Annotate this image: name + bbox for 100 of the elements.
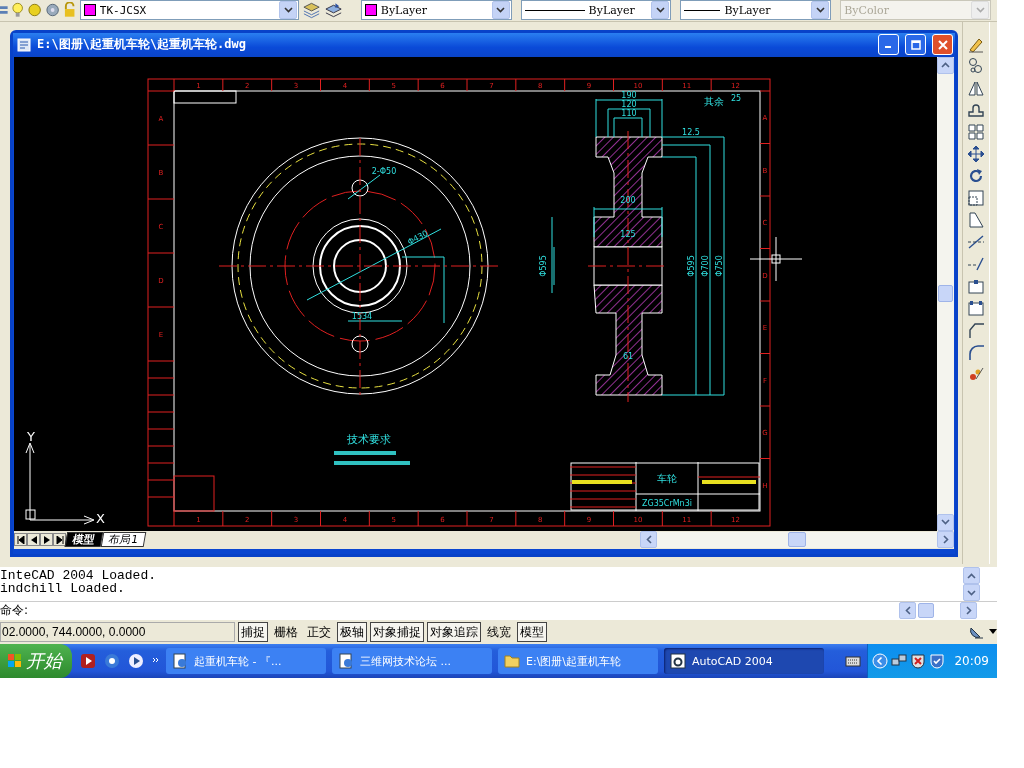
roughness-label: 12.5 [682, 127, 700, 137]
shield-warning-icon[interactable] [910, 653, 927, 669]
dimension-label: 2-Φ50 [371, 166, 397, 176]
chevron-right-icon [965, 606, 972, 616]
rotate-icon[interactable] [967, 166, 985, 185]
minimize-button[interactable] [878, 34, 899, 56]
axis-label: Y [27, 428, 35, 444]
property-dropdown[interactable]: ByLayer [680, 0, 832, 21]
move-arrows-icon[interactable] [967, 144, 985, 163]
chevron-down-icon [283, 7, 293, 14]
close-button[interactable] [932, 34, 953, 56]
clock: 20:09 [954, 654, 989, 668]
status-toggle-button[interactable]: 线宽 [484, 622, 514, 642]
window-title: E:\图册\起重机车轮\起重机车轮.dwg [37, 36, 247, 54]
caret-down-icon[interactable] [989, 629, 997, 635]
vertical-scrollbar[interactable] [937, 56, 954, 531]
close-icon [937, 39, 948, 50]
dimension-label: Φ750 [715, 255, 724, 277]
command-history-line: indchill Loaded. [0, 582, 126, 596]
taskbar-button[interactable]: AutoCAD 2004 [664, 648, 824, 674]
chevron-down-icon [967, 589, 976, 596]
last-tab-button[interactable] [53, 533, 66, 547]
chamfer-icon[interactable] [967, 320, 985, 339]
double-chevron-icon[interactable] [152, 657, 160, 665]
trim-icon[interactable] [967, 232, 985, 251]
taskbar-button[interactable]: 三维网技术论坛 ... [332, 648, 492, 674]
status-toggle-button[interactable]: 极轴 [337, 622, 367, 642]
play-icon[interactable] [128, 653, 144, 669]
status-toggle-button[interactable]: 模型 [517, 622, 547, 642]
document-icon [17, 37, 31, 52]
layout-tab[interactable]: 布局1 [100, 532, 147, 548]
stretch-icon[interactable] [967, 210, 985, 229]
property-dropdown[interactable]: ByLayer [360, 0, 512, 21]
dimension-label: 190 [621, 90, 637, 100]
media-player-icon[interactable] [80, 653, 96, 669]
dimension-label: Φ595 [687, 255, 696, 277]
status-toggle-button[interactable]: 栅格 [271, 622, 301, 642]
notes-title: 技术要求 [347, 432, 391, 446]
chevron-up-icon [967, 572, 976, 579]
chevron-down-icon [941, 519, 950, 526]
fillet-icon[interactable] [967, 342, 985, 361]
rectangle-icon[interactable] [967, 298, 985, 317]
status-toggle-button[interactable]: 正交 [304, 622, 334, 642]
maximize-icon [910, 39, 921, 50]
chevron-down-icon [496, 7, 506, 14]
material-label: ZG35CrMn3i [642, 498, 692, 508]
windows-flag-icon [8, 654, 22, 668]
ucs-axes-icon [25, 442, 95, 525]
chevron-left-icon [904, 606, 911, 616]
axis-label: X [96, 510, 105, 526]
coordinates-readout: 02.0000, 744.0000, 0.0000 [0, 622, 235, 642]
last-icon [55, 535, 64, 544]
chevron-up-icon [941, 62, 950, 69]
chevron-down-icon [815, 7, 825, 14]
previous-tab-button[interactable] [27, 533, 40, 547]
keyboard-icon[interactable] [845, 655, 862, 667]
scale-icon[interactable] [967, 188, 985, 207]
web-page-icon [172, 653, 188, 669]
scroll-thumb[interactable] [938, 285, 953, 303]
dimension-label: Φ700 [701, 255, 710, 277]
chevron-down-icon [655, 7, 665, 14]
roughness-note: 其余 [704, 95, 724, 107]
chevron-left-icon [645, 535, 652, 545]
first-icon [16, 535, 25, 544]
command-horizontal-scrollbar[interactable] [899, 602, 977, 620]
folder-icon [504, 654, 520, 668]
crosshair-cursor-icon [749, 236, 803, 282]
taskbar-button[interactable]: E:\图册\起重机车轮 [498, 648, 658, 674]
status-toggle-button[interactable]: 捕捉 [238, 622, 268, 642]
dimension-label: Φ595 [539, 255, 548, 277]
command-prompt[interactable]: 命令: [0, 602, 29, 620]
layers-arrow-icon[interactable] [324, 1, 344, 20]
grid-icon[interactable] [967, 122, 985, 141]
status-toggle-button[interactable]: 对象追踪 [427, 622, 481, 642]
web-page-icon [338, 653, 354, 669]
maximize-button[interactable] [905, 34, 926, 56]
layers-icon[interactable] [302, 1, 322, 20]
part-name: 车轮 [657, 472, 677, 484]
sun-icon[interactable] [26, 2, 43, 19]
network-icon[interactable] [891, 653, 908, 669]
dimension-label: 1534 [351, 311, 373, 321]
property-dropdown[interactable]: ByLayer [520, 0, 672, 21]
roughness-label: 25 [730, 93, 742, 103]
dimension-label: 125 [620, 229, 636, 239]
dimension-label: 120 [621, 99, 637, 109]
chevron-left-icon[interactable] [872, 653, 889, 669]
scroll-thumb[interactable] [788, 532, 806, 548]
command-history-line: InteCAD 2004 Loaded. [0, 569, 158, 583]
scroll-thumb[interactable] [918, 603, 934, 619]
rings-icon[interactable] [967, 56, 985, 75]
first-tab-button[interactable] [14, 533, 27, 547]
status-toggle-button[interactable]: 对象捕捉 [370, 622, 424, 642]
app-icon [670, 653, 686, 669]
horizontal-scrollbar[interactable] [640, 531, 954, 548]
command-scrollbar[interactable] [963, 567, 980, 602]
shield-check-icon[interactable] [929, 653, 946, 669]
layer-dropdown[interactable]: TK-JCSX [79, 0, 300, 21]
taskbar-button[interactable]: 起重机车轮 - 『... [166, 648, 326, 674]
dimension-label: 61 [622, 351, 634, 361]
next-tab-button[interactable] [40, 533, 53, 547]
